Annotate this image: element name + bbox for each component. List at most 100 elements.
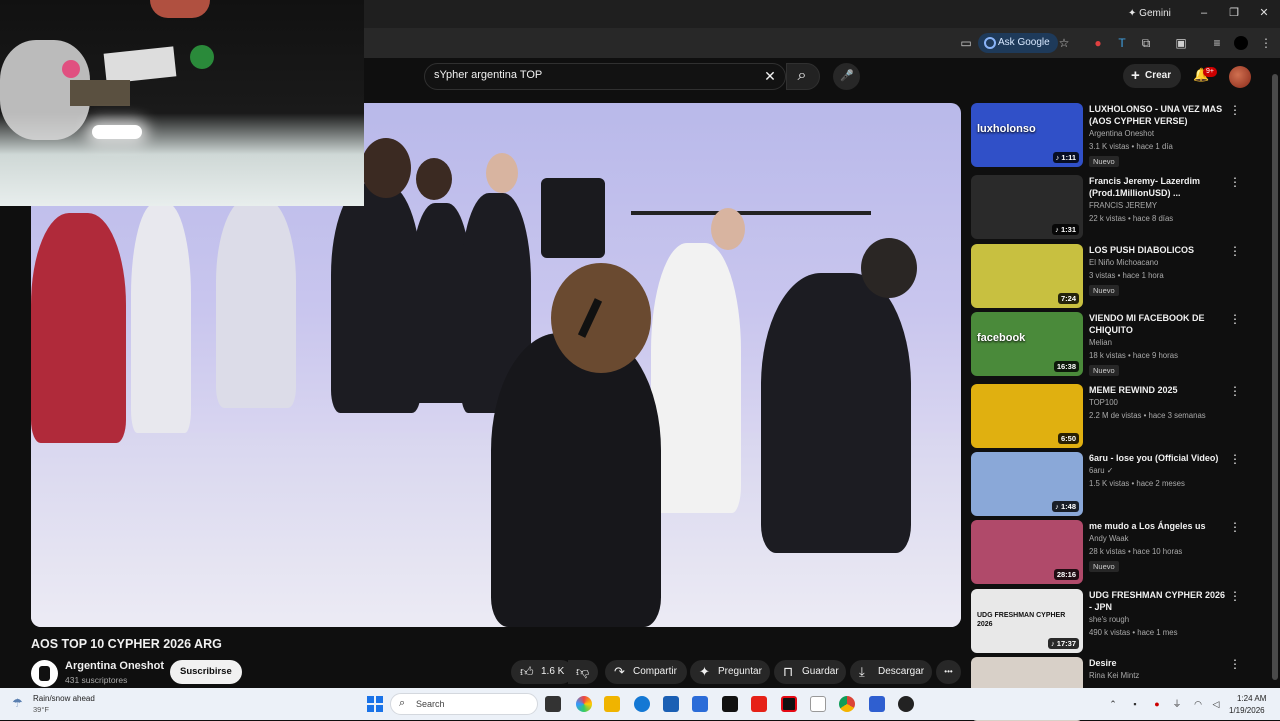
channel-name[interactable]: Argentina Oneshot — [65, 660, 164, 672]
ask-google-button[interactable]: Ask Google — [978, 33, 1058, 53]
recommendation-thumbnail[interactable]: UDG FRESHMAN CYPHER 2026 ♪ 17:37 — [971, 589, 1083, 653]
recommendation-thumbnail[interactable]: 7:24 — [971, 244, 1083, 308]
scrollbar-thumb[interactable] — [1272, 74, 1278, 680]
recommendation-item[interactable]: 28:16 me mudo a Los Ángeles us Andy Waak 28… — [971, 520, 1261, 584]
roblox-icon[interactable] — [722, 696, 738, 712]
recommendation-title[interactable]: 6aru - lose you (Official Video) — [1089, 452, 1229, 464]
like-button[interactable]: 👍︎ 1.6 K — [511, 660, 573, 684]
more-options-icon[interactable]: ⋮ — [1229, 103, 1241, 117]
recommendation-thumbnail[interactable]: 6:50 — [971, 384, 1083, 448]
chrome-menu-icon[interactable]: ⋮ — [1258, 35, 1274, 51]
copilot-icon[interactable] — [576, 696, 592, 712]
weather-label[interactable]: Rain/snow ahead — [33, 694, 95, 703]
recommendation-channel[interactable]: 6aru ✓ — [1089, 466, 1239, 476]
recommendation-thumbnail[interactable]: ♪ 1:31 — [971, 175, 1083, 239]
save-button[interactable]: ⊓ Guardar — [774, 660, 846, 684]
more-options-icon[interactable]: ⋮ — [1229, 175, 1241, 189]
record-extension-icon[interactable]: ● — [1090, 35, 1106, 51]
recommendation-item[interactable]: facebook 16:38 VIENDO MI FACEBOOK DE CHIQU… — [971, 312, 1261, 376]
recommendation-title[interactable]: Desire — [1089, 657, 1229, 669]
more-options-icon[interactable]: ⋮ — [1229, 384, 1241, 398]
thumbnail-text: UDG FRESHMAN CYPHER 2026 — [977, 612, 1066, 628]
edge-icon[interactable] — [634, 696, 650, 712]
recommendation-title[interactable]: Francis Jeremy- Lazerdim (Prod.1MillionU… — [1089, 175, 1229, 199]
recommendation-item[interactable]: ♪ 1:31 Francis Jeremy- Lazerdim (Prod.1Mi… — [971, 175, 1261, 239]
download-button[interactable]: ⤓ Descargar — [850, 660, 932, 684]
recommendation-item[interactable]: luxholonso ♪ 1:11 LUXHOLONSO - UNA VEZ MAS… — [971, 103, 1261, 167]
extensions-icon[interactable]: ⧉ — [1138, 35, 1154, 51]
more-options-icon[interactable]: ⋮ — [1229, 312, 1241, 326]
recommendation-item[interactable]: UDG FRESHMAN CYPHER 2026 ♪ 17:37 UDG FRESH… — [971, 589, 1261, 653]
youtube-icon[interactable] — [751, 696, 767, 712]
tray-overflow-icon[interactable]: ⌃ — [1108, 699, 1118, 709]
reading-list-icon[interactable]: ≡ — [1209, 35, 1225, 51]
app-icon[interactable] — [869, 696, 885, 712]
recommendation-title[interactable]: VIENDO MI FACEBOOK DE CHIQUITO — [1089, 312, 1229, 336]
clear-search-icon[interactable]: ✕ — [760, 66, 780, 86]
tray-app-icon[interactable]: ▪ — [1130, 699, 1140, 709]
gemini-button[interactable]: ✦ Gemini — [1120, 5, 1179, 23]
dislike-button[interactable]: 👎︎ — [568, 660, 598, 684]
chrome-icon[interactable] — [839, 696, 855, 712]
recommendation-title[interactable]: LOS PUSH DIABOLICOS — [1089, 244, 1229, 256]
more-options-icon[interactable]: ⋮ — [1229, 452, 1241, 466]
file-explorer-icon[interactable] — [604, 696, 620, 712]
recommendation-channel[interactable]: Andy Waak — [1089, 534, 1239, 544]
recommendation-thumbnail[interactable]: facebook 16:38 — [971, 312, 1083, 376]
recommendation-thumbnail[interactable]: ♪ 1:48 — [971, 452, 1083, 516]
share-button[interactable]: ↷ Compartir — [605, 660, 687, 684]
tray-record-icon[interactable]: ● — [1152, 699, 1162, 709]
subscribe-button[interactable]: Suscribirse — [170, 660, 242, 684]
recommendation-channel[interactable]: Melian — [1089, 338, 1239, 348]
restore-button[interactable]: ❐ — [1227, 6, 1241, 20]
start-button[interactable] — [367, 696, 383, 712]
profile-avatar-icon[interactable] — [1234, 36, 1248, 50]
wifi-icon[interactable]: ◠ — [1193, 699, 1203, 709]
cast-icon[interactable]: ▭ — [958, 35, 974, 51]
more-options-icon[interactable]: ⋮ — [1229, 589, 1241, 603]
recommendation-channel[interactable]: she's rough — [1089, 615, 1239, 625]
recommendation-thumbnail[interactable]: luxholonso ♪ 1:11 — [971, 103, 1083, 167]
more-options-icon[interactable]: ⋮ — [1229, 657, 1241, 671]
more-options-icon[interactable]: ⋮ — [1229, 244, 1241, 258]
minimize-button[interactable]: – — [1197, 6, 1211, 20]
recommendation-item[interactable]: ♪ 1:48 6aru - lose you (Official Video) 6a… — [971, 452, 1261, 516]
recommendation-thumbnail[interactable]: 28:16 — [971, 520, 1083, 584]
split-view-icon[interactable]: ▣ — [1173, 35, 1189, 51]
netflix-icon[interactable] — [781, 696, 797, 712]
task-view-icon[interactable] — [545, 696, 561, 712]
translate-extension-icon[interactable]: T — [1114, 35, 1130, 51]
recommendation-title[interactable]: LUXHOLONSO - UNA VEZ MAS (AOS CYPHER VER… — [1089, 103, 1229, 127]
channel-avatar[interactable] — [31, 660, 58, 687]
taskbar-search-input[interactable] — [390, 693, 538, 715]
recommendation-channel[interactable]: Argentina Oneshot — [1089, 129, 1239, 139]
more-actions-button[interactable]: ••• — [936, 660, 961, 684]
recommendation-title[interactable]: MEME REWIND 2025 — [1089, 384, 1229, 396]
tray-usb-icon[interactable]: ⏚ — [1172, 699, 1182, 709]
outlook-icon[interactable] — [692, 696, 708, 712]
clock-time[interactable]: 1:24 AM — [1237, 694, 1266, 703]
create-button[interactable]: + Crear — [1123, 64, 1182, 88]
weather-icon[interactable]: ☂ — [12, 696, 28, 712]
clock-date[interactable]: 1/19/2026 — [1229, 706, 1265, 715]
obs-icon[interactable] — [898, 696, 914, 712]
recommendation-views: 2.2 M de vistas • hace 3 semanas — [1089, 411, 1206, 420]
ask-button[interactable]: ✦ Preguntar — [690, 660, 770, 684]
recommendation-item[interactable]: 7:24 LOS PUSH DIABOLICOS El Niño Michoacan… — [971, 244, 1261, 308]
recommendation-channel[interactable]: TOP100 — [1089, 398, 1239, 408]
amazon-icon[interactable] — [810, 696, 826, 712]
new-badge: Nuevo — [1089, 156, 1119, 167]
recommendation-title[interactable]: me mudo a Los Ángeles us — [1089, 520, 1229, 532]
recommendation-item[interactable]: 6:50 MEME REWIND 2025 TOP100 2.2 M de vista… — [971, 384, 1261, 448]
store-icon[interactable] — [663, 696, 679, 712]
close-window-button[interactable]: ✕ — [1257, 6, 1271, 20]
volume-icon[interactable]: ◁ — [1211, 699, 1221, 709]
recommendation-channel[interactable]: El Niño Michoacano — [1089, 258, 1239, 268]
recommendation-channel[interactable]: Rina Kei Mintz — [1089, 671, 1239, 681]
more-options-icon[interactable]: ⋮ — [1229, 520, 1241, 534]
bookmark-icon: ⊓ — [783, 664, 794, 679]
bookmark-star-icon[interactable]: ☆ — [1056, 35, 1072, 51]
account-avatar[interactable] — [1229, 66, 1251, 88]
recommendation-title[interactable]: UDG FRESHMAN CYPHER 2026 - JPN — [1089, 589, 1229, 613]
recommendation-channel[interactable]: FRANCIS JEREMY — [1089, 201, 1239, 211]
